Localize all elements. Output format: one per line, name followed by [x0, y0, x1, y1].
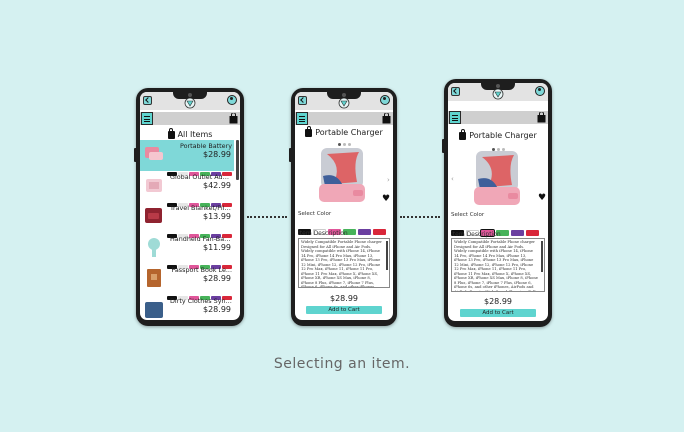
product-image-clothes-bag: [145, 302, 163, 318]
shopping-bag-icon[interactable]: [229, 113, 238, 124]
item-description-box[interactable]: Widely Compatible Portable Phone charger…: [298, 238, 390, 288]
bag-icon: [459, 128, 467, 140]
item-price: $28.99: [203, 274, 231, 283]
color-swatches: [166, 254, 232, 269]
list-item-portable-battery[interactable]: Portable Battery $28.99: [140, 140, 234, 176]
item-description-label: Item Description: [451, 231, 501, 238]
user-account-icon[interactable]: [535, 86, 545, 96]
item-description-text: Widely Compatible Portable Phone charger…: [454, 240, 538, 292]
item-description-box[interactable]: Widely Compatible Portable Phone charger…: [451, 238, 545, 292]
detail-screen: Portable Charger › ♥ Select Color Item D…: [295, 92, 393, 320]
select-color-label: Select Color: [451, 212, 485, 218]
logo-icon: [492, 88, 504, 100]
product-image-passport-book: [147, 269, 161, 287]
color-swatches: [166, 161, 232, 176]
product-image-outlet-adapter: [146, 179, 162, 192]
item-price: $13.99: [203, 212, 231, 221]
page-title: Portable Charger: [295, 125, 393, 137]
description-scrollbar[interactable]: [386, 241, 388, 270]
logo-icon: [338, 97, 350, 109]
item-description-label: Item Description: [298, 230, 348, 237]
search-bar[interactable]: [140, 112, 240, 125]
back-icon[interactable]: [298, 96, 307, 105]
item-name: Global Outlet Adap...: [170, 173, 232, 181]
favorite-heart-icon[interactable]: ♥: [382, 195, 390, 204]
user-account-icon[interactable]: [380, 95, 390, 105]
add-to-cart-button[interactable]: Add to Cart: [306, 306, 382, 314]
item-price: $28.99: [203, 150, 231, 159]
color-swatches: [166, 192, 232, 207]
logo-icon: [184, 97, 196, 109]
color-swatches: [166, 223, 232, 238]
search-bar[interactable]: [295, 112, 393, 125]
item-name: Portable Battery: [179, 142, 232, 150]
bag-icon: [305, 125, 313, 137]
select-color-label: Select Color: [298, 211, 332, 217]
item-price: $42.99: [203, 181, 231, 190]
swatch-red[interactable]: [373, 229, 386, 235]
bag-icon: [167, 127, 175, 139]
shopping-bag-icon[interactable]: [537, 112, 546, 123]
back-icon[interactable]: [143, 96, 152, 105]
swatch-purple[interactable]: [511, 230, 524, 236]
detail-price: $28.99: [484, 297, 512, 306]
phone-detail-selected-screen: Portable Charger ‹ ♥ Select Color Item D…: [442, 79, 552, 327]
shopping-bag-icon[interactable]: [382, 113, 391, 124]
product-image-portable-charger: [474, 151, 520, 205]
item-list: Portable Battery $28.99 Global Outlet Ad…: [140, 140, 234, 320]
list-item-dirty-clothes[interactable]: Dirty Clothes Sync... $28.99: [140, 295, 234, 320]
product-image-portable-battery: [145, 147, 163, 160]
detail-price: $28.99: [330, 294, 358, 303]
list-scrollbar[interactable]: [236, 140, 239, 180]
detail-selected-screen: Portable Charger ‹ ♥ Select Color Item D…: [448, 83, 548, 321]
page-title: Portable Charger: [448, 128, 548, 140]
next-image-arrow-icon[interactable]: ›: [387, 176, 390, 184]
swatch-purple[interactable]: [358, 229, 371, 235]
product-image-travel-blanket: [145, 208, 162, 223]
color-swatches: [166, 285, 232, 300]
top-bar: [140, 92, 240, 110]
item-name: Passport Book Le...: [171, 266, 232, 274]
add-to-cart-button[interactable]: Add to Cart: [460, 309, 536, 317]
top-bar: [448, 83, 548, 101]
image-carousel-dots[interactable]: [295, 139, 393, 146]
search-bar[interactable]: [448, 111, 548, 124]
flow-connector: [247, 216, 287, 218]
caption: Selecting an item.: [273, 356, 411, 372]
list-item-travel-blanket[interactable]: Travel Blanket/Pill... $13.99: [140, 202, 234, 238]
list-item-handheld-fan[interactable]: Handheld Fan-Batt... $11.99: [140, 233, 234, 269]
list-item-passport-book[interactable]: Passport Book Le... $28.99: [140, 264, 234, 300]
product-image-portable-charger: [319, 148, 365, 202]
item-name: Dirty Clothes Sync...: [170, 297, 232, 305]
item-description-text: Widely Compatible Portable Phone charger…: [301, 240, 382, 288]
item-name: Travel Blanket/Pill...: [170, 204, 232, 212]
item-price: $11.99: [203, 243, 231, 252]
favorite-heart-icon[interactable]: ♥: [538, 194, 546, 203]
menu-icon[interactable]: [449, 111, 461, 124]
menu-icon[interactable]: [296, 112, 308, 125]
flow-connector: [400, 216, 440, 218]
swatch-red[interactable]: [526, 230, 539, 236]
page-title: All Items: [140, 127, 240, 139]
user-account-icon[interactable]: [227, 95, 237, 105]
list-screen: All Items Portable Battery $28.99 Global…: [140, 92, 240, 320]
product-image-handheld-fan: [148, 238, 160, 257]
list-item-global-outlet-adapter[interactable]: Global Outlet Adap... $42.99: [140, 171, 234, 207]
phone-list-screen: All Items Portable Battery $28.99 Global…: [134, 88, 244, 326]
item-name: Handheld Fan-Batt...: [170, 235, 232, 243]
prev-image-arrow-icon[interactable]: ‹: [451, 175, 454, 183]
top-bar: [295, 92, 393, 110]
item-price: $28.99: [203, 305, 231, 314]
phone-detail-screen: Portable Charger › ♥ Select Color Item D…: [289, 88, 397, 326]
description-scrollbar[interactable]: [541, 241, 543, 273]
menu-icon[interactable]: [141, 112, 153, 125]
back-icon[interactable]: [451, 87, 460, 96]
